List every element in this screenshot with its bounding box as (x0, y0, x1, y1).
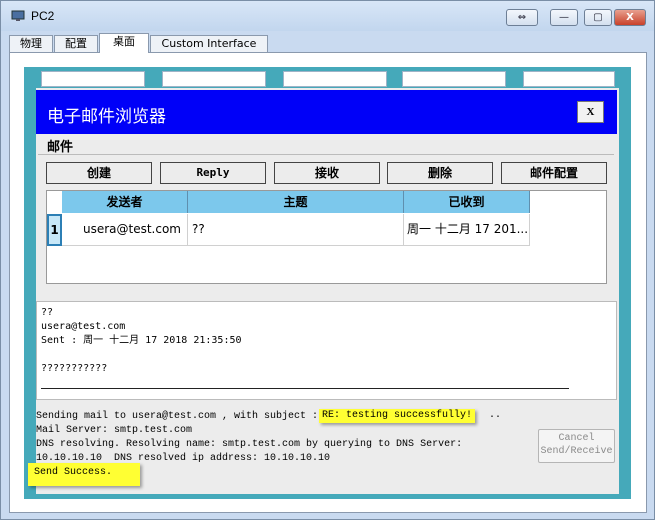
dialog-title: 电子邮件浏览器 (47, 107, 166, 127)
tab-physical[interactable]: 物理 (9, 35, 53, 52)
cell-received[interactable]: 周一 十二月 17 201... (404, 214, 530, 246)
column-header-received[interactable]: 已收到 (404, 191, 530, 213)
cancel-label: Cancel (558, 433, 595, 444)
status-line-1-suffix: .. (483, 410, 502, 421)
receive-button[interactable]: 接收 (274, 162, 380, 184)
dialog-close-button[interactable]: X (577, 101, 604, 123)
message-from: usera@test.com (41, 321, 126, 332)
message-sent: Sent : 周一 十二月 17 2018 21:35:50 (41, 335, 242, 346)
mail-section-label: 邮件 (47, 140, 74, 155)
message-divider (41, 388, 569, 389)
title-bar: PC2 ⇔ — ▢ X (1, 1, 654, 31)
delete-button[interactable]: 删除 (387, 162, 493, 184)
message-body-view[interactable]: ?? usera@test.com Sent : 周一 十二月 17 2018 … (36, 301, 617, 400)
desktop-app-icon[interactable] (283, 71, 387, 87)
tab-custom-interface[interactable]: Custom Interface (150, 35, 268, 52)
section-divider (38, 154, 614, 155)
email-browser-dialog: 电子邮件浏览器 X 邮件 创建 Reply 接收 删除 邮件配置 发送者 主题 … (36, 88, 619, 494)
packet-tracer-pc-icon (11, 10, 25, 21)
tab-desktop[interactable]: 桌面 (99, 33, 149, 53)
close-button[interactable]: X (614, 9, 646, 26)
minimize-button[interactable]: — (550, 9, 578, 26)
message-subject: ?? (41, 307, 54, 318)
mail-config-button[interactable]: 邮件配置 (501, 162, 607, 184)
desktop-app-icon[interactable] (41, 71, 145, 87)
desktop-app-icon[interactable] (523, 71, 615, 87)
send-receive-label: Send/Receive (540, 446, 613, 457)
restore-button[interactable]: ⇔ (506, 9, 538, 26)
pc2-window: PC2 ⇔ — ▢ X 物理 配置 桌面 Custom Interface 电子… (0, 0, 655, 520)
column-header-subject[interactable]: 主题 (188, 191, 404, 213)
desktop-app-icon[interactable] (402, 71, 506, 87)
create-button[interactable]: 创建 (46, 162, 152, 184)
window-title: PC2 (31, 9, 55, 23)
tab-config[interactable]: 配置 (54, 35, 98, 52)
column-header-sender[interactable]: 发送者 (62, 191, 188, 213)
cell-subject[interactable]: ?? (188, 214, 404, 246)
reply-button[interactable]: Reply (160, 162, 266, 184)
mail-table: 发送者 主题 已收到 1 usera@test.com ?? 周一 十二月 17… (46, 190, 607, 284)
status-line-3: DNS resolving. Resolving name: smtp.test… (36, 439, 463, 450)
maximize-button[interactable]: ▢ (584, 9, 612, 26)
message-text: ??????????? (41, 363, 108, 374)
cancel-send-receive-button[interactable]: Cancel Send/Receive (538, 429, 615, 463)
dialog-header: 电子邮件浏览器 X (36, 90, 617, 134)
cell-sender[interactable]: usera@test.com (62, 214, 188, 246)
row-number[interactable]: 1 (47, 214, 62, 246)
status-line-2: Mail Server: smtp.test.com (36, 425, 193, 436)
send-success-status: Send Success. (28, 463, 141, 486)
desktop-app-icon[interactable] (162, 71, 266, 87)
status-line-1: Sending mail to usera@test.com , with su… (36, 411, 325, 422)
highlighted-subject: RE: testing successfully! (319, 409, 476, 423)
